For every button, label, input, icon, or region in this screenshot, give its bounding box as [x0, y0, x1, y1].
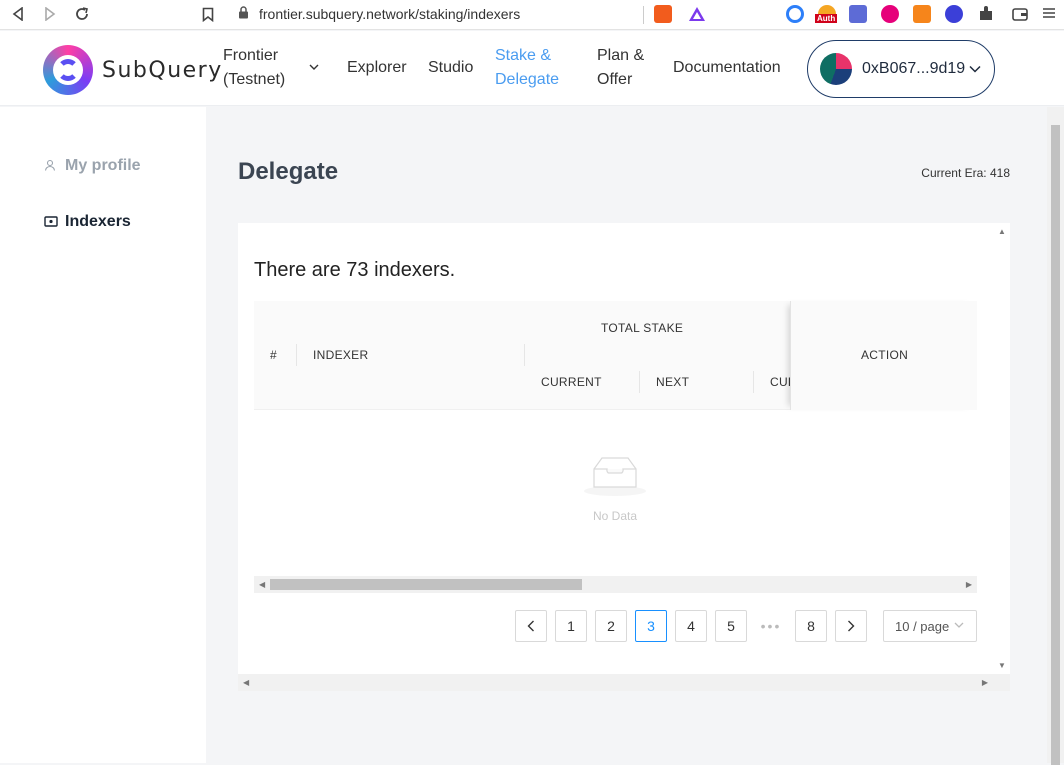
- brave-rewards-icon[interactable]: [688, 5, 706, 23]
- divider: [643, 6, 644, 24]
- empty-state: No Data: [568, 455, 662, 523]
- subquery-logo-icon: [43, 45, 93, 95]
- network-label-line2: (Testnet): [223, 71, 286, 88]
- nav-studio[interactable]: Studio: [428, 56, 473, 80]
- scroll-left-icon[interactable]: ◀: [243, 678, 249, 687]
- sidebar-item-label: Indexers: [65, 213, 131, 230]
- sidebar: My profile Indexers: [0, 107, 206, 763]
- col-next[interactable]: NEXT: [656, 375, 689, 389]
- nav-stake-line2: Delegate: [495, 71, 560, 88]
- subquery-logo[interactable]: SubQuery: [43, 45, 223, 95]
- page-button-1[interactable]: 1: [555, 610, 587, 642]
- divider: [296, 344, 297, 366]
- polkadot-icon[interactable]: [881, 5, 899, 23]
- page-jump-next[interactable]: •••: [755, 610, 787, 642]
- chevron-down-icon: [969, 60, 981, 78]
- empty-inbox-icon: [584, 455, 646, 496]
- scroll-right-icon[interactable]: ▶: [982, 678, 988, 687]
- url-text: frontier.subquery.network/staking/indexe…: [259, 6, 521, 22]
- brave-shield-icon[interactable]: [654, 5, 672, 23]
- col-number: #: [270, 348, 277, 362]
- panel-vertical-scrollbar[interactable]: ▲ ▼: [993, 223, 1010, 674]
- table-header: # INDEXER TOTAL STAKE CURRENT NEXT CUR A…: [254, 301, 977, 410]
- scroll-right-icon[interactable]: ▶: [966, 580, 972, 589]
- reload-icon[interactable]: [72, 4, 92, 24]
- talisman-icon[interactable]: [945, 5, 963, 23]
- nav-plan-line2: Offer: [597, 71, 633, 88]
- indexers-panel: There are 73 indexers. # INDEXER TOTAL S…: [238, 223, 993, 674]
- browser-toolbar: frontier.subquery.network/staking/indexe…: [0, 0, 1064, 30]
- bookmark-icon[interactable]: [198, 4, 218, 24]
- menu-icon[interactable]: [1041, 5, 1059, 23]
- extensions-icon[interactable]: [977, 5, 995, 23]
- panel-horizontal-scrollbar[interactable]: ◀ ▶: [238, 674, 1010, 691]
- prev-page-button[interactable]: [515, 610, 547, 642]
- user-icon: [44, 159, 58, 174]
- divider: [639, 371, 640, 393]
- scrollbar-thumb[interactable]: [1051, 125, 1060, 765]
- authenticator-icon[interactable]: Auth: [815, 5, 838, 23]
- next-page-button[interactable]: [835, 610, 867, 642]
- forward-icon[interactable]: [40, 4, 60, 24]
- page-size-value: 10 / page: [895, 618, 950, 634]
- lock-icon: [238, 6, 249, 22]
- action-column: ACTION: [790, 301, 977, 410]
- window-scrollbar[interactable]: [1047, 107, 1064, 765]
- page-button-4[interactable]: 4: [675, 610, 707, 642]
- nav-documentation[interactable]: Documentation: [673, 56, 781, 80]
- app-header: SubQuery Frontier (Testnet) Explorer Stu…: [0, 31, 1064, 106]
- page-title: Delegate: [238, 158, 339, 185]
- nav-stake-line1: Stake &: [495, 47, 552, 64]
- col-action: ACTION: [861, 348, 909, 362]
- chevron-down-icon: [954, 620, 964, 632]
- avatar: [820, 53, 852, 85]
- opera-icon[interactable]: [786, 5, 804, 23]
- col-total-stake: TOTAL STAKE: [601, 321, 684, 335]
- scroll-up-icon[interactable]: ▲: [998, 227, 1006, 236]
- metamask-icon[interactable]: [913, 5, 931, 23]
- wallet-extension-icon[interactable]: [1011, 5, 1029, 23]
- scrollbar-thumb[interactable]: [270, 579, 582, 590]
- network-selector[interactable]: Frontier (Testnet): [223, 44, 285, 92]
- page-button-8[interactable]: 8: [795, 610, 827, 642]
- wallet-button[interactable]: 0xB067...9d19: [807, 40, 995, 98]
- wallet-icon: [44, 215, 58, 230]
- empty-text: No Data: [592, 509, 638, 523]
- auth-badge: Auth: [815, 14, 838, 23]
- chevron-down-icon[interactable]: [309, 55, 319, 79]
- nav-plan-line1: Plan &: [597, 47, 645, 64]
- nav-explorer[interactable]: Explorer: [347, 56, 407, 80]
- indexer-count: There are 73 indexers.: [254, 259, 456, 281]
- page-size-select[interactable]: 10 / page: [883, 610, 977, 642]
- keplr-icon[interactable]: [849, 5, 867, 23]
- page-button-2[interactable]: 2: [595, 610, 627, 642]
- sidebar-item-label: My profile: [65, 157, 141, 174]
- col-indexer[interactable]: INDEXER: [313, 348, 368, 362]
- nav-plan-offer[interactable]: Plan & Offer: [597, 44, 644, 92]
- network-label-line1: Frontier: [223, 47, 279, 64]
- wallet-address: 0xB067...9d19: [862, 60, 966, 77]
- back-icon[interactable]: [8, 4, 28, 24]
- sidebar-item-indexers[interactable]: Indexers: [44, 213, 131, 231]
- logo-text: SubQuery: [102, 57, 223, 83]
- sidebar-item-my-profile[interactable]: My profile: [44, 157, 141, 175]
- nav-stake-delegate[interactable]: Stake & Delegate: [495, 44, 559, 92]
- current-era: Current Era: 418: [921, 166, 1010, 180]
- scroll-down-icon[interactable]: ▼: [998, 661, 1006, 670]
- col-current[interactable]: CURRENT: [541, 375, 602, 389]
- table-horizontal-scrollbar[interactable]: ◀ ▶: [254, 576, 977, 593]
- divider: [524, 344, 525, 366]
- page-button-5[interactable]: 5: [715, 610, 747, 642]
- divider: [753, 371, 754, 393]
- scroll-left-icon[interactable]: ◀: [259, 580, 265, 589]
- page-button-3[interactable]: 3: [635, 610, 667, 642]
